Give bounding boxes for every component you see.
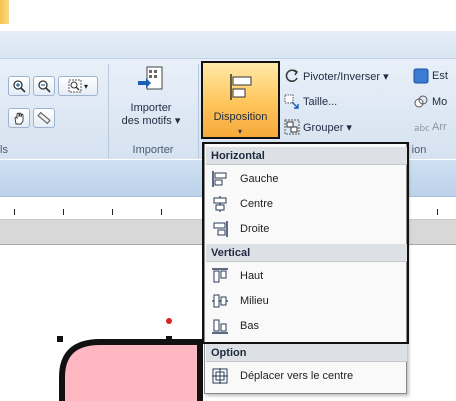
- pink-shape[interactable]: [59, 339, 203, 401]
- right-item-2[interactable]: Mo: [413, 92, 447, 112]
- group-separator: [198, 64, 199, 158]
- align-bottom-icon: [212, 319, 228, 334]
- svg-text:abc: abc: [414, 124, 429, 134]
- ruler-tick: [437, 209, 438, 215]
- align-left-icon: [212, 171, 227, 187]
- size-button[interactable]: Taille...: [284, 92, 337, 112]
- align-top-icon: [212, 268, 228, 283]
- group-separator: [108, 64, 109, 158]
- zoom-out-icon: [38, 80, 51, 93]
- arrange-icon: abc: [414, 124, 429, 134]
- rotate-flip-button[interactable]: Pivoter/Inverser ▾: [284, 66, 389, 86]
- ruler-icon: [37, 111, 51, 125]
- chevron-down-icon: ▾: [83, 81, 88, 91]
- group-button[interactable]: Grouper ▾: [284, 117, 352, 137]
- disposition-menu: Horizontal Gauche Centre Droite Vertical…: [204, 142, 407, 394]
- square-icon: [413, 68, 429, 84]
- menu-item-milieu-label: Milieu: [240, 295, 269, 307]
- menu-section-horizontal: Horizontal: [206, 147, 407, 165]
- menu-item-droite-label: Droite: [240, 223, 270, 235]
- align-right-icon: [213, 221, 228, 237]
- ruler-tick: [112, 209, 113, 215]
- hand-icon: [14, 112, 24, 125]
- size-label: Taille...: [303, 96, 338, 108]
- arrange-group-footer: ion: [411, 144, 427, 156]
- ribbon-tab-strip: [0, 31, 456, 59]
- right-item-2-label: Mo: [432, 96, 448, 108]
- right-item-1[interactable]: Est: [413, 66, 448, 86]
- menu-item-haut-label: Haut: [240, 270, 264, 282]
- menu-item-bas[interactable]: Bas: [206, 314, 407, 338]
- selection-handle[interactable]: [57, 336, 63, 342]
- menu-item-bas-label: Bas: [240, 320, 259, 332]
- disposition-button[interactable]: Disposition ▾: [201, 61, 280, 139]
- view-group-footer: ls: [0, 144, 8, 156]
- import-button-label-line2: des motifs ▾: [121, 115, 181, 127]
- menu-item-move-to-center[interactable]: Déplacer vers le centre: [206, 364, 407, 388]
- right-item-1-label: Est: [432, 70, 448, 82]
- pan-button[interactable]: [8, 108, 30, 128]
- ruler-tick: [14, 209, 15, 215]
- ruler-tick: [161, 209, 162, 215]
- menu-section-option: Option: [206, 344, 407, 362]
- shapes-icon: [414, 95, 428, 108]
- move-to-center-icon: [212, 368, 228, 384]
- import-icon: [138, 66, 163, 90]
- menu-item-haut[interactable]: Haut: [206, 264, 407, 288]
- align-icon: [230, 74, 252, 100]
- menu-item-gauche-label: Gauche: [240, 173, 279, 185]
- rotate-handle[interactable]: [166, 318, 172, 324]
- disposition-label: Disposition: [213, 111, 268, 123]
- resize-icon: [284, 94, 299, 109]
- menu-item-gauche[interactable]: Gauche: [206, 167, 407, 191]
- menu-item-centre-label: Centre: [240, 198, 274, 210]
- selection-handle[interactable]: [166, 336, 172, 342]
- ruler-tick: [63, 209, 64, 215]
- menu-item-milieu[interactable]: Milieu: [206, 289, 407, 313]
- app-icon: [0, 0, 9, 24]
- rotate-icon: [285, 69, 299, 82]
- group-label: Grouper ▾: [303, 121, 352, 134]
- zoom-in-icon: [13, 80, 26, 93]
- menu-item-centre[interactable]: Centre: [206, 192, 407, 216]
- align-center-icon: [213, 196, 227, 212]
- import-button-label-line1: Importer: [130, 102, 172, 114]
- zoom-select-button[interactable]: ▾: [58, 76, 98, 96]
- zoom-in-button[interactable]: [8, 76, 30, 96]
- right-item-3[interactable]: abc Arr: [413, 117, 447, 137]
- right-item-3-label: Arr: [432, 121, 447, 133]
- group-icon: [284, 119, 300, 135]
- import-patterns-button[interactable]: Importer des motifs ▾: [112, 64, 190, 140]
- import-group-footer: Importer: [132, 144, 174, 156]
- measure-button[interactable]: [33, 108, 55, 128]
- title-bar: [0, 0, 456, 31]
- align-middle-icon: [212, 294, 228, 308]
- zoom-select-icon: [68, 79, 82, 93]
- chevron-down-icon: ▾: [238, 127, 243, 136]
- menu-item-move-to-center-label: Déplacer vers le centre: [240, 370, 354, 382]
- menu-item-droite[interactable]: Droite: [206, 217, 407, 241]
- rotate-flip-label: Pivoter/Inverser ▾: [303, 70, 389, 83]
- menu-section-vertical: Vertical: [206, 244, 407, 262]
- zoom-out-button[interactable]: [33, 76, 55, 96]
